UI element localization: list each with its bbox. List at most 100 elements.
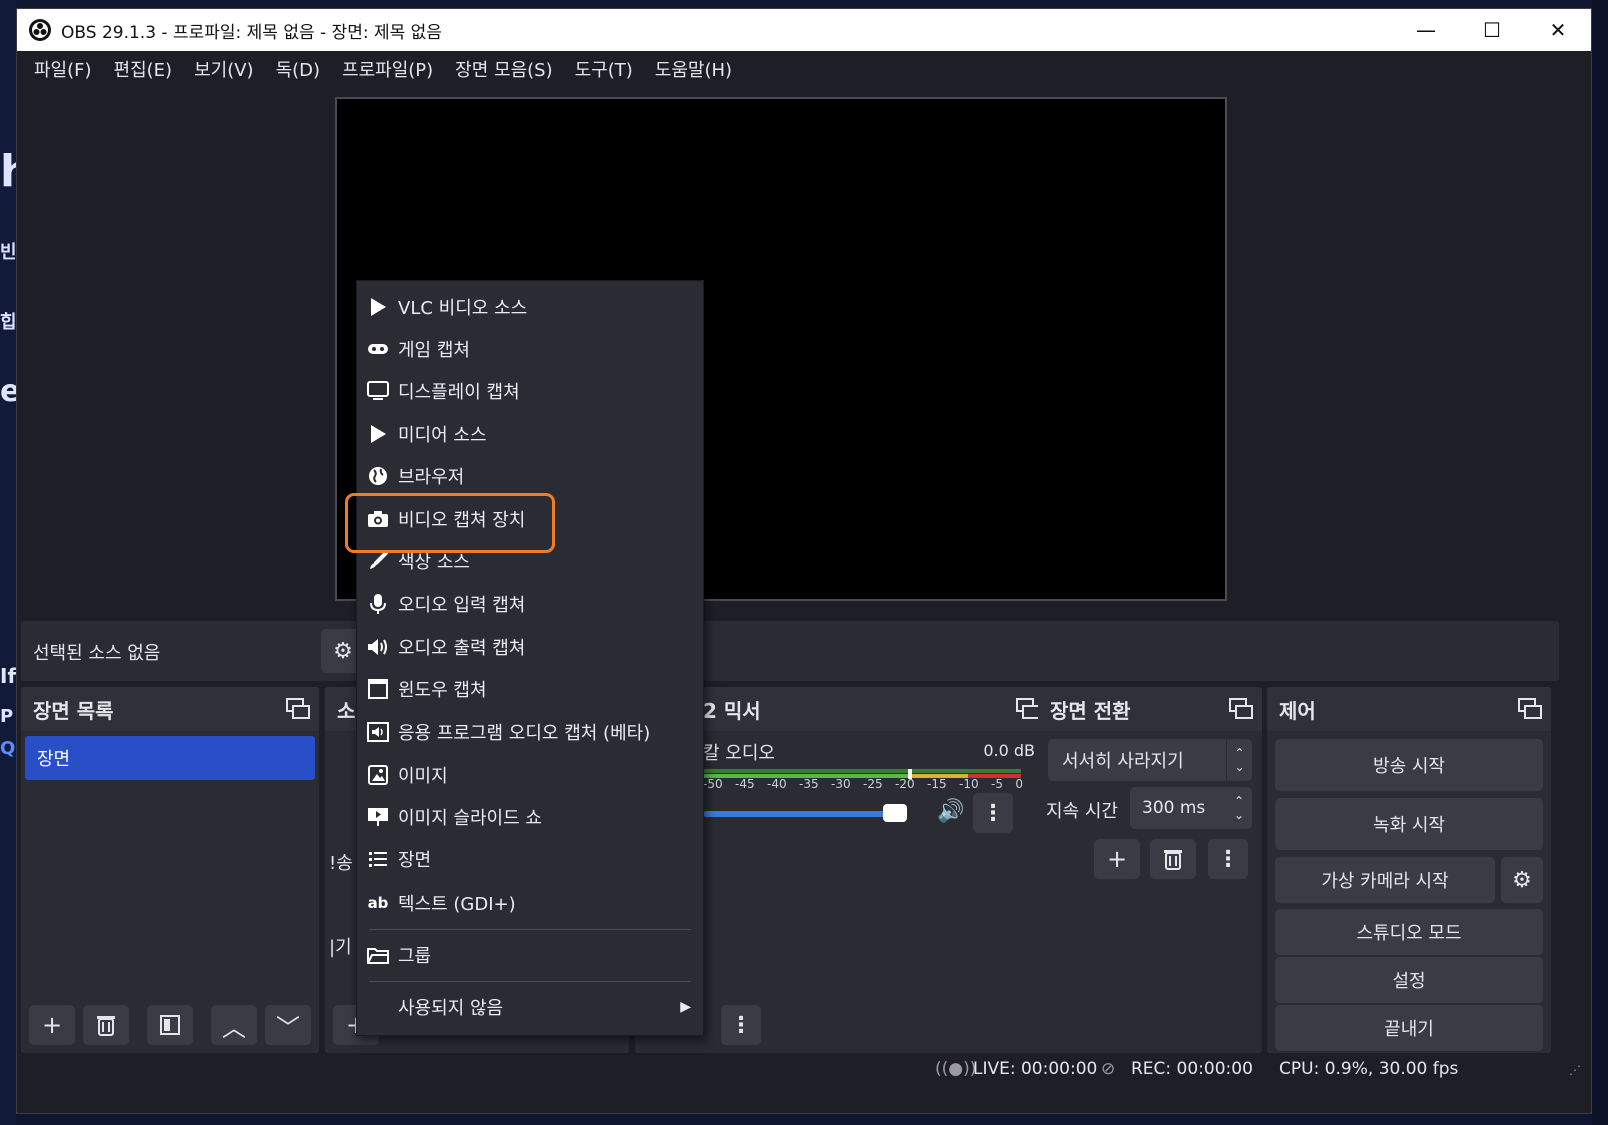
window-title: OBS 29.1.3 - 프로파일: 제목 없음 - 장면: 제목 없음: [61, 22, 442, 43]
mixer-track-menu-button[interactable]: ⋮: [973, 793, 1013, 833]
studio-mode-button[interactable]: 스튜디오 모드: [1275, 909, 1543, 955]
filter-icon: [160, 1015, 180, 1035]
menu-item-text-gdi[interactable]: ab 텍스트 (GDI+): [357, 883, 703, 923]
transitions-dock-header: 장면 전환: [1038, 687, 1262, 731]
scene-filters-button[interactable]: [147, 1005, 193, 1045]
microphone-icon: [367, 593, 389, 615]
speaker-icon: [367, 636, 389, 658]
menu-item-group[interactable]: 그룹: [357, 935, 703, 975]
menu-item-audio-input-capture[interactable]: 오디오 입력 캡쳐: [357, 584, 703, 624]
menu-item-vlc-video-source[interactable]: VLC 비디오 소스: [357, 287, 703, 327]
menu-item-label: 오디오 입력 캡쳐: [398, 595, 526, 616]
scene-list-item[interactable]: 장면: [25, 736, 315, 780]
add-transition-button[interactable]: +: [1094, 839, 1140, 879]
exit-button[interactable]: 끝내기: [1275, 1005, 1543, 1051]
move-scene-down-button[interactable]: ﹀: [265, 1005, 311, 1045]
rec-timer: REC: 00:00:00: [1131, 1059, 1253, 1079]
menu-item-browser[interactable]: 브라우저: [357, 456, 703, 496]
bg-fragment: 힙: [0, 312, 16, 333]
gear-icon: ⚙: [333, 638, 353, 664]
menu-profile[interactable]: 프로파일(P): [331, 56, 444, 82]
settings-button[interactable]: 설정: [1275, 957, 1543, 1003]
menu-item-image[interactable]: 이미지: [357, 755, 703, 795]
undock-icon[interactable]: [1228, 697, 1254, 721]
obs-logo-icon: [29, 19, 51, 41]
transition-menu-button[interactable]: ⋮: [1208, 839, 1248, 879]
menu-item-media-source[interactable]: 미디어 소스: [357, 414, 703, 454]
transition-selected: 서서히 사라지기: [1062, 751, 1184, 772]
volume-slider[interactable]: [703, 811, 908, 817]
controls-dock-title: 제어: [1279, 698, 1316, 723]
source-toolbar: 선택된 소스 없음 ⚙: [21, 621, 1559, 681]
close-button[interactable]: ✕: [1525, 9, 1591, 51]
menu-docks[interactable]: 독(D): [265, 56, 331, 82]
chevron-down-icon: ﹀: [276, 1013, 300, 1042]
add-scene-button[interactable]: +: [29, 1005, 75, 1045]
meter-tick: -10: [959, 777, 979, 791]
menu-item-label: 윈도우 캡쳐: [398, 680, 487, 701]
undock-icon[interactable]: [285, 697, 311, 721]
trash-icon: [1164, 850, 1182, 870]
menu-separator: [369, 981, 691, 982]
menu-item-label: 그룹: [398, 946, 432, 967]
maximize-button[interactable]: ☐: [1459, 9, 1525, 51]
mixer-menu-button[interactable]: ⋮: [721, 1005, 761, 1045]
start-recording-button[interactable]: 녹화 시작: [1275, 798, 1543, 850]
minimize-button[interactable]: —: [1393, 9, 1459, 51]
menu-item-label: 사용되지 않음: [398, 998, 504, 1019]
menu-item-label: 텍스트 (GDI+): [398, 894, 516, 915]
spin-arrows-icon[interactable]: ⌃ ⌄: [1226, 787, 1252, 829]
transition-select[interactable]: 서서히 사라지기 ⌃ ⌄: [1048, 739, 1252, 781]
meter-tick: -45: [735, 777, 755, 791]
meter-tick: -25: [863, 777, 883, 791]
slideshow-icon: [367, 806, 389, 828]
play-icon: [367, 296, 389, 318]
mixer-db-readout: 0.0 dB: [983, 741, 1035, 760]
menu-item-window-capture[interactable]: 윈도우 캡쳐: [357, 669, 703, 709]
submenu-arrow-icon: ▶: [680, 999, 691, 1015]
menu-item-application-audio-capture[interactable]: 응용 프로그램 오디오 캡처 (베타): [357, 712, 703, 752]
cpu-fps-readout: CPU: 0.9%, 30.00 fps: [1279, 1059, 1459, 1079]
menu-file[interactable]: 파일(F): [23, 56, 103, 82]
move-scene-up-button[interactable]: ︿: [211, 1005, 257, 1045]
menu-item-audio-output-capture[interactable]: 오디오 출력 캡쳐: [357, 627, 703, 667]
undock-icon[interactable]: [1517, 697, 1543, 721]
menu-tools[interactable]: 도구(T): [564, 56, 644, 82]
virtual-camera-settings-button[interactable]: ⚙: [1501, 857, 1543, 903]
gamepad-icon: [367, 338, 389, 360]
menu-edit[interactable]: 편집(E): [103, 56, 184, 82]
monitor-icon: [367, 380, 389, 402]
start-streaming-button[interactable]: 방송 시작: [1275, 739, 1543, 791]
menu-scene-collection[interactable]: 장면 모음(S): [444, 56, 563, 82]
title-bar: OBS 29.1.3 - 프로파일: 제목 없음 - 장면: 제목 없음 — ☐…: [17, 9, 1591, 51]
bg-fragment: P: [0, 706, 14, 727]
transitions-dock-title: 장면 전환: [1050, 698, 1131, 723]
kebab-icon: ⋮: [982, 800, 1004, 826]
menu-view[interactable]: 보기(V): [183, 56, 264, 82]
meter-tick: -40: [767, 777, 787, 791]
remove-scene-button[interactable]: [83, 1005, 129, 1045]
menu-item-display-capture[interactable]: 디스플레이 캡쳐: [357, 371, 703, 411]
recording-status-icon: ⊘: [1101, 1059, 1116, 1079]
menu-item-scene[interactable]: 장면: [357, 839, 703, 879]
volume-slider-handle[interactable]: [883, 804, 908, 822]
start-virtual-camera-button[interactable]: 가상 카메라 시작: [1275, 857, 1495, 903]
menu-item-image-slideshow[interactable]: 이미지 슬라이드 쇼: [357, 797, 703, 837]
obs-main-window: OBS 29.1.3 - 프로파일: 제목 없음 - 장면: 제목 없음 — ☐…: [16, 8, 1592, 1114]
controls-dock: 제어 방송 시작 녹화 시작 가상 카메라 시작 ⚙ 스튜디오 모드 설정 끝내…: [1267, 687, 1551, 1053]
play-icon: [367, 423, 389, 445]
meter-tick: -35: [799, 777, 819, 791]
menu-help[interactable]: 도움말(H): [644, 56, 743, 82]
bg-fragment: If: [0, 664, 16, 688]
duration-spinbox[interactable]: 300 ms ⌃ ⌄: [1130, 787, 1252, 829]
speaker-icon[interactable]: 🔊: [937, 799, 964, 824]
no-source-selected-label: 선택된 소스 없음: [33, 643, 161, 664]
menu-item-label: 이미지: [398, 766, 448, 787]
menu-separator: [369, 929, 691, 930]
menu-item-game-capture[interactable]: 게임 캡쳐: [357, 329, 703, 369]
remove-transition-button[interactable]: [1150, 839, 1196, 879]
menu-item-deprecated-submenu[interactable]: 사용되지 않음 ▶: [357, 987, 703, 1027]
scenes-dock: 장면 목록 장면 + ︿ ﹀: [21, 687, 319, 1053]
preview-area: [17, 87, 1591, 617]
resize-grip-icon[interactable]: ⋰: [1569, 1063, 1581, 1077]
